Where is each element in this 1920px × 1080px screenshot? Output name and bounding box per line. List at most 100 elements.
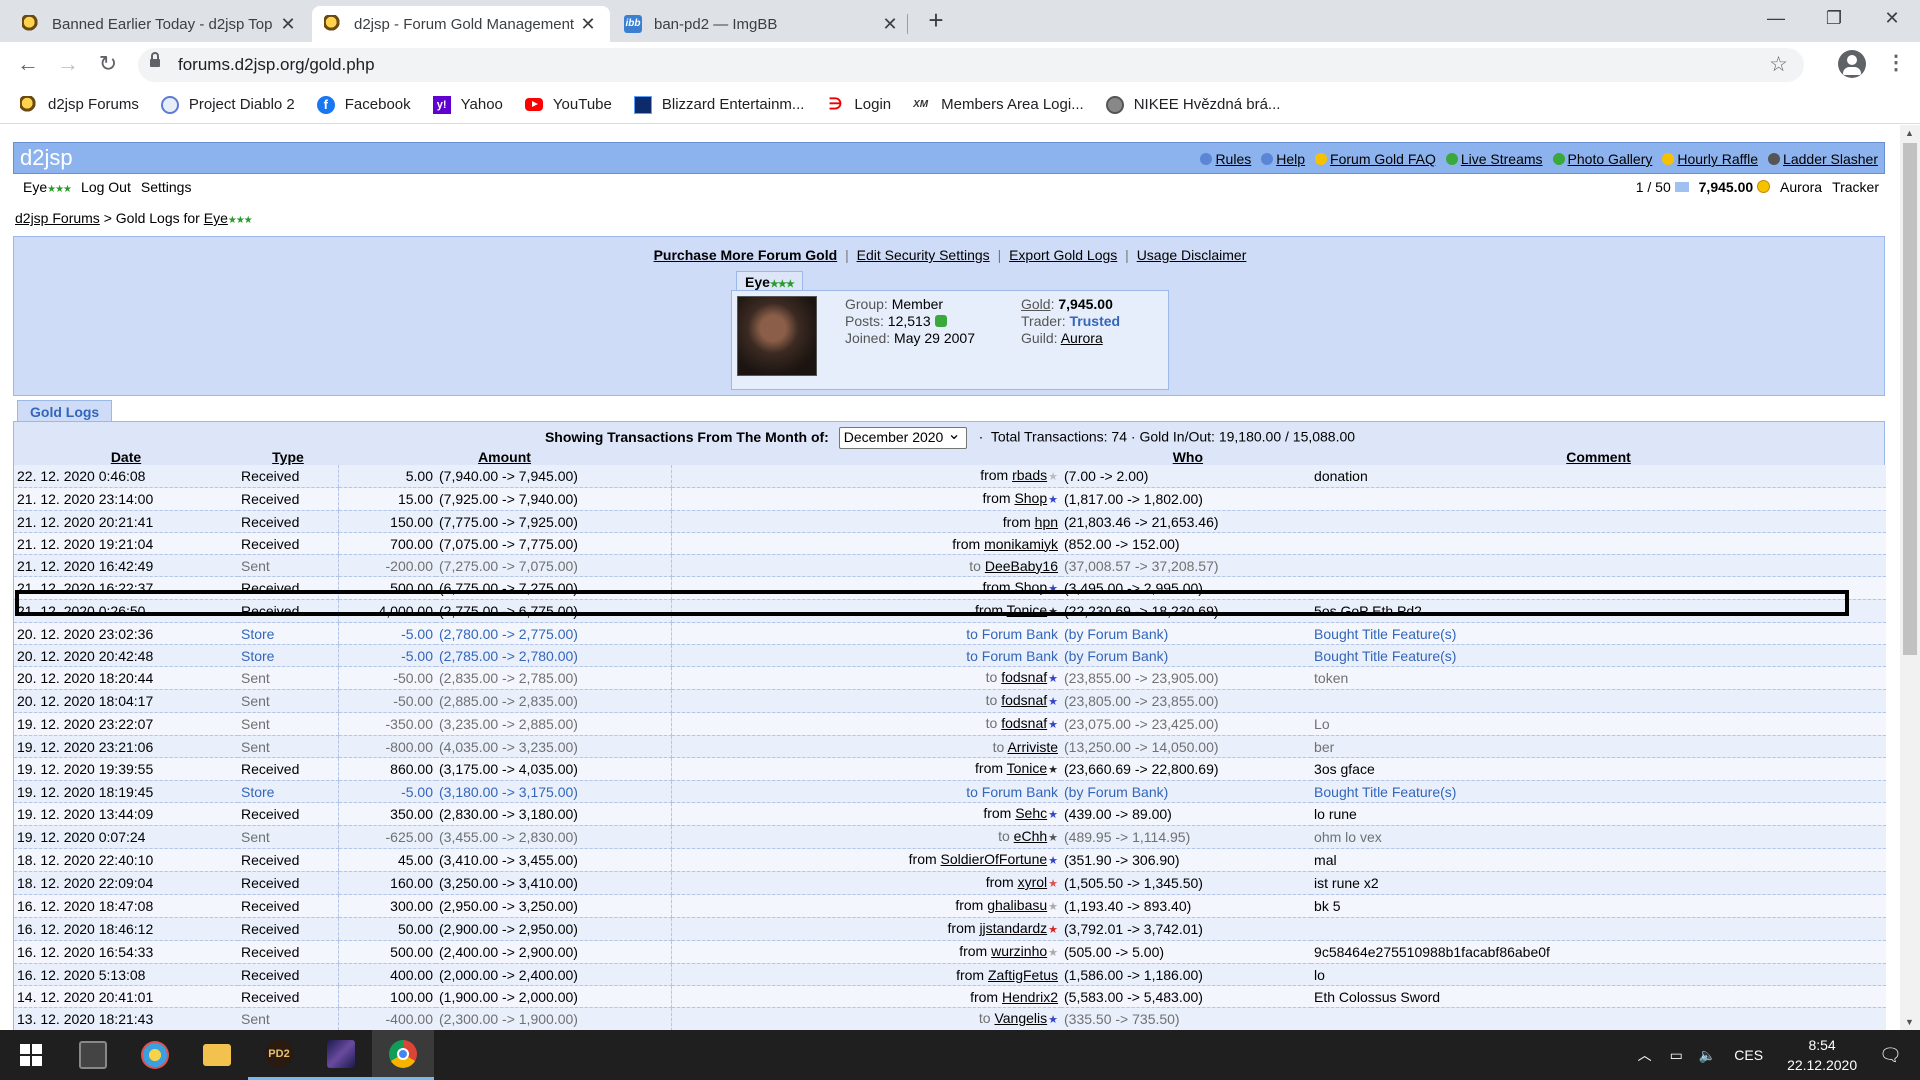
nav-rules[interactable]: Rules [1200, 151, 1251, 167]
date-header[interactable]: Date [14, 449, 238, 465]
user-link[interactable]: ghalibasu [987, 897, 1047, 913]
user-avatar[interactable] [737, 296, 817, 376]
user-link[interactable]: jjstandardz [979, 920, 1047, 936]
nav-ladder-slasher[interactable]: Ladder Slasher [1768, 151, 1878, 167]
close-tab-icon[interactable]: ✕ [578, 14, 598, 35]
user-link[interactable]: hpn [1035, 514, 1058, 530]
guild-link[interactable]: Aurora [1061, 330, 1103, 346]
nav-gold-faq[interactable]: Forum Gold FAQ [1315, 151, 1436, 167]
who-header[interactable]: Who [671, 449, 1311, 465]
browser-tab-active[interactable]: d2jsp - Forum Gold Management ✕ [312, 6, 610, 42]
scroll-thumb[interactable] [1903, 143, 1917, 655]
bookmark-blizzard[interactable]: Blizzard Entertainm... [633, 95, 804, 114]
tracker-link[interactable]: Tracker [1832, 179, 1879, 195]
bookmark-star-icon[interactable]: ☆ [1769, 52, 1788, 77]
user-link[interactable]: xyrol [1018, 874, 1048, 890]
bookmark-pd2[interactable]: Project Diablo 2 [160, 95, 295, 114]
purchase-gold-link[interactable]: Purchase More Forum Gold [654, 247, 838, 263]
site-logo[interactable]: d2jsp [20, 145, 73, 171]
breadcrumb-root-link[interactable]: d2jsp Forums [15, 210, 100, 226]
url-text[interactable]: forums.d2jsp.org/gold.php [178, 55, 375, 75]
pm-counter[interactable]: 1 / 50 [1636, 179, 1689, 195]
restore-button[interactable]: ❐ [1806, 0, 1862, 36]
paint-taskbar-button[interactable] [124, 1030, 186, 1080]
user-link[interactable]: Forum Bank [982, 784, 1058, 800]
user-link[interactable]: SoldierOfFortune [941, 851, 1048, 867]
bookmark-yahoo[interactable]: y! Yahoo [432, 95, 503, 114]
nav-photo-gallery[interactable]: Photo Gallery [1552, 151, 1652, 167]
close-tab-icon[interactable]: ✕ [880, 14, 900, 35]
amount-header[interactable]: Amount [338, 449, 671, 465]
file-explorer-taskbar-button[interactable] [186, 1030, 248, 1080]
language-indicator[interactable]: CES [1734, 1047, 1763, 1063]
user-link[interactable]: monikamiyk [984, 536, 1058, 552]
bookmark-members-area[interactable]: XM Members Area Logi... [913, 96, 1084, 114]
user-link[interactable]: Forum Bank [982, 626, 1058, 642]
month-select[interactable]: December 2020 [838, 424, 967, 449]
user-link[interactable]: Tonice [1007, 602, 1047, 618]
page-scrollbar[interactable]: ▲ ▼ [1900, 125, 1920, 1030]
volume-icon[interactable]: 🔈 [1699, 1047, 1716, 1064]
scroll-down-icon[interactable]: ▼ [1905, 1017, 1914, 1027]
user-link[interactable]: fodsnaf [1001, 715, 1047, 731]
bookmark-login[interactable]: ∋ Login [826, 96, 891, 114]
address-bar[interactable]: forums.d2jsp.org/gold.php ☆ [138, 48, 1804, 82]
export-logs-link[interactable]: Export Gold Logs [1009, 247, 1117, 263]
browser-tab[interactable]: Banned Earlier Today - d2jsp Top ✕ [10, 6, 310, 42]
browser-menu-icon[interactable]: ⋮ [1886, 50, 1906, 75]
usage-disclaimer-link[interactable]: Usage Disclaimer [1137, 247, 1247, 263]
pd2-taskbar-button[interactable]: PD2 [248, 1030, 310, 1080]
bookmark-nikee[interactable]: NIKEE Hvězdná brá... [1105, 95, 1280, 114]
logout-link[interactable]: Log Out [81, 179, 131, 195]
user-link[interactable]: fodsnaf [1001, 669, 1047, 685]
user-link[interactable]: Arriviste [1007, 739, 1058, 755]
bookmark-youtube[interactable]: YouTube [524, 96, 612, 113]
comment-header[interactable]: Comment [1311, 449, 1886, 465]
settings-link[interactable]: Settings [141, 179, 192, 195]
forward-button[interactable]: → [52, 48, 84, 80]
user-link[interactable]: Vangelis [994, 1010, 1047, 1026]
user-link[interactable]: fodsnaf [1001, 692, 1047, 708]
user-link[interactable]: Eye★★★ [23, 179, 72, 195]
nav-raffle[interactable]: Hourly Raffle [1662, 151, 1758, 167]
lock-icon[interactable] [150, 52, 160, 70]
minimize-button[interactable]: — [1748, 0, 1804, 36]
user-link[interactable]: wurzinho [991, 943, 1047, 959]
user-link[interactable]: Sehc [1015, 805, 1047, 821]
back-button[interactable]: ← [12, 48, 44, 80]
reload-button[interactable]: ↻ [92, 48, 124, 80]
nav-help[interactable]: Help [1261, 151, 1305, 167]
user-link[interactable]: Forum Bank [982, 648, 1058, 664]
diablo2-taskbar-button[interactable] [310, 1030, 372, 1080]
breadcrumb-user-link[interactable]: Eye★★★ [204, 210, 253, 226]
user-link[interactable]: rbads [1012, 467, 1047, 483]
edit-security-link[interactable]: Edit Security Settings [857, 247, 990, 263]
notifications-icon[interactable]: 🗨 [1879, 1045, 1902, 1066]
user-link[interactable]: Shop [1014, 579, 1047, 595]
profile-avatar-icon[interactable] [1838, 50, 1866, 78]
browser-tab[interactable]: ibb ban-pd2 — ImgBB ✕ [612, 6, 912, 42]
start-button[interactable] [0, 1030, 62, 1080]
nav-live-streams[interactable]: Live Streams [1445, 151, 1543, 167]
user-link[interactable]: DeeBaby16 [985, 558, 1058, 574]
guild-link[interactable]: Aurora [1780, 179, 1822, 195]
user-link[interactable]: Shop [1014, 490, 1047, 506]
battery-icon[interactable]: ▭ [1670, 1047, 1683, 1064]
user-link[interactable]: eChh [1014, 828, 1047, 844]
close-tab-icon[interactable]: ✕ [278, 14, 298, 35]
type-header[interactable]: Type [238, 449, 338, 465]
gold-balance[interactable]: 7,945.00 [1699, 179, 1771, 195]
bookmark-facebook[interactable]: f Facebook [316, 95, 411, 114]
profile-name-tab[interactable]: Eye★★★ [736, 271, 803, 291]
new-tab-button[interactable]: + [922, 6, 950, 36]
clock[interactable]: 8:54 22.12.2020 [1787, 1035, 1857, 1075]
user-link[interactable]: Hendrix2 [1002, 989, 1058, 1005]
tray-chevron-icon[interactable]: ︿ [1638, 1045, 1652, 1065]
calculator-taskbar-button[interactable] [62, 1030, 124, 1080]
user-link[interactable]: ZaftigFetus [988, 967, 1058, 983]
scroll-up-icon[interactable]: ▲ [1905, 128, 1914, 138]
bookmark-d2jsp[interactable]: d2jsp Forums [20, 95, 139, 114]
gold-label-link[interactable]: Gold [1021, 296, 1051, 312]
gold-logs-tab[interactable]: Gold Logs [17, 400, 113, 422]
user-link[interactable]: Tonice [1007, 760, 1047, 776]
